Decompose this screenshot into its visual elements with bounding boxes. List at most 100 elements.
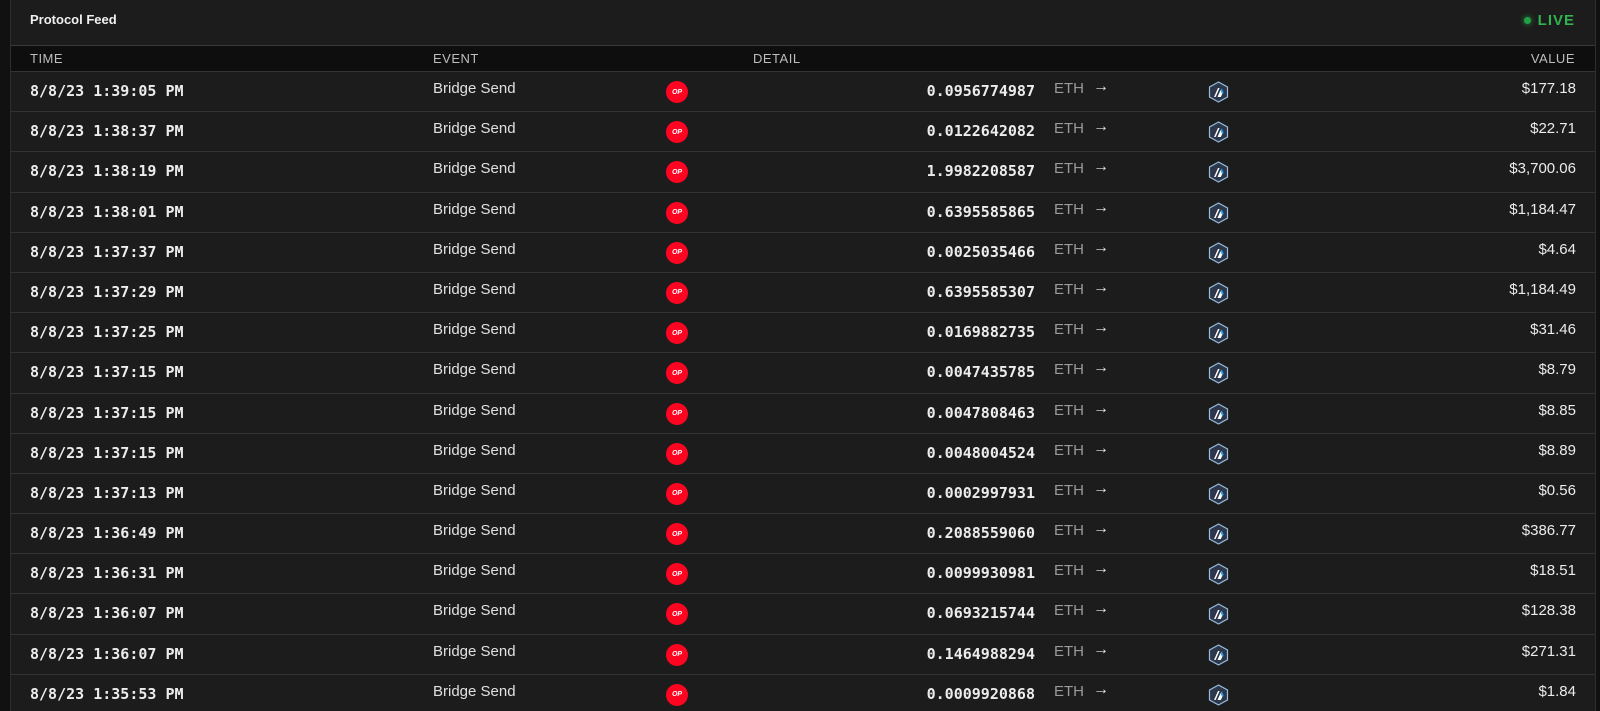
row-event: Bridge Send [433, 481, 516, 499]
arrow-right-icon: → [1093, 238, 1109, 256]
arbitrum-icon [1208, 563, 1229, 585]
arbitrum-icon [1208, 643, 1229, 666]
table-row[interactable]: 8/8/23 1:38:01 PM Bridge Send OP 0.63955… [11, 192, 1595, 233]
row-token: ETH [1054, 642, 1084, 660]
row-token: ETH [1054, 481, 1084, 499]
optimism-icon: OP [666, 81, 688, 103]
row-time: 8/8/23 1:35:53 PM [30, 684, 184, 703]
optimism-icon: OP [666, 201, 688, 224]
protocol-feed-panel: Protocol Feed LIVE TIME EVENT DETAIL VAL… [10, 0, 1596, 711]
row-value: $1.84 [1538, 682, 1576, 700]
row-token: ETH [1054, 522, 1084, 540]
row-event: Bridge Send [433, 240, 516, 258]
row-value: $271.31 [1521, 642, 1576, 660]
row-amount: 0.0025035466 [926, 242, 1035, 261]
row-time: 8/8/23 1:37:15 PM [30, 443, 184, 462]
row-event: Bridge Send [433, 200, 516, 218]
row-amount: 0.0099930981 [926, 564, 1035, 583]
row-token: ETH [1054, 80, 1084, 97]
row-amount: 0.0122642082 [926, 122, 1035, 141]
row-token: ETH [1054, 160, 1084, 178]
row-time: 8/8/23 1:38:19 PM [30, 162, 184, 181]
row-token: ETH [1054, 682, 1084, 700]
row-event: Bridge Send [433, 522, 516, 540]
optimism-icon: OP [666, 241, 688, 264]
arbitrum-icon [1208, 161, 1229, 184]
row-time: 8/8/23 1:36:31 PM [30, 564, 184, 583]
arbitrum-icon [1208, 483, 1229, 505]
column-header-event[interactable]: EVENT [433, 51, 479, 66]
row-event: Bridge Send [433, 120, 516, 138]
table-row[interactable]: 8/8/23 1:35:53 PM Bridge Send OP 0.00099… [11, 674, 1595, 711]
row-event: Bridge Send [433, 80, 516, 97]
row-token: ETH [1054, 562, 1084, 580]
row-amount: 0.6395585865 [926, 202, 1035, 221]
table-row[interactable]: 8/8/23 1:36:07 PM Bridge Send OP 0.14649… [11, 634, 1595, 675]
row-amount: 1.9982208587 [926, 162, 1035, 181]
optimism-icon: OP [666, 563, 688, 586]
optimism-icon: OP [666, 402, 688, 425]
row-amount: 0.0956774987 [926, 82, 1035, 100]
column-header-detail[interactable]: DETAIL [753, 51, 801, 66]
row-amount: 0.0048004524 [926, 443, 1035, 462]
arbitrum-icon [1208, 684, 1229, 706]
live-indicator: LIVE [1523, 12, 1575, 29]
table-header: TIME EVENT DETAIL VALUE [11, 46, 1595, 72]
row-token: ETH [1054, 240, 1084, 258]
optimism-icon: OP [666, 523, 688, 546]
row-token: ETH [1054, 441, 1084, 459]
arrow-right-icon: → [1093, 399, 1109, 417]
row-event: Bridge Send [433, 602, 516, 620]
feed-table-body: 8/8/23 1:39:05 PM Bridge Send OP 0.09567… [11, 72, 1595, 711]
arrow-right-icon: → [1093, 319, 1109, 337]
row-time: 8/8/23 1:38:01 PM [30, 202, 184, 221]
table-row[interactable]: 8/8/23 1:39:05 PM Bridge Send OP 0.09567… [11, 72, 1595, 113]
row-amount: 0.0047435785 [926, 363, 1035, 382]
row-value: $8.85 [1538, 401, 1576, 419]
optimism-icon: OP [666, 643, 688, 666]
table-row[interactable]: 8/8/23 1:37:15 PM Bridge Send OP 0.00474… [11, 353, 1595, 394]
row-time: 8/8/23 1:36:49 PM [30, 524, 184, 543]
row-event: Bridge Send [433, 321, 516, 339]
row-token: ETH [1054, 321, 1084, 339]
arrow-right-icon: → [1093, 640, 1109, 658]
row-time: 8/8/23 1:36:07 PM [30, 604, 184, 623]
table-row[interactable]: 8/8/23 1:38:19 PM Bridge Send OP 1.99822… [11, 152, 1595, 193]
optimism-icon: OP [666, 322, 688, 345]
optimism-icon: OP [666, 161, 688, 184]
row-event: Bridge Send [433, 280, 516, 298]
row-value: $177.18 [1521, 80, 1576, 97]
table-row[interactable]: 8/8/23 1:36:31 PM Bridge Send OP 0.00999… [11, 554, 1595, 595]
arrow-right-icon: → [1093, 359, 1109, 377]
arbitrum-icon [1208, 282, 1229, 304]
table-row[interactable]: 8/8/23 1:37:15 PM Bridge Send OP 0.00480… [11, 433, 1595, 474]
optimism-icon: OP [666, 683, 688, 706]
arrow-right-icon: → [1093, 560, 1109, 578]
row-token: ETH [1054, 361, 1084, 379]
column-header-time[interactable]: TIME [30, 51, 63, 66]
table-row[interactable]: 8/8/23 1:37:29 PM Bridge Send OP 0.63955… [11, 272, 1595, 314]
arbitrum-icon [1208, 603, 1229, 626]
arbitrum-icon [1208, 201, 1229, 224]
arbitrum-icon [1208, 443, 1229, 465]
arrow-right-icon: → [1093, 118, 1109, 136]
row-time: 8/8/23 1:37:29 PM [30, 282, 184, 301]
table-row[interactable]: 8/8/23 1:37:25 PM Bridge Send OP 0.01698… [11, 313, 1595, 354]
row-event: Bridge Send [433, 682, 516, 700]
row-value: $0.56 [1538, 481, 1576, 499]
table-row[interactable]: 8/8/23 1:36:49 PM Bridge Send OP 0.20885… [11, 514, 1595, 555]
arbitrum-icon [1208, 81, 1229, 103]
table-row[interactable]: 8/8/23 1:37:37 PM Bridge Send OP 0.00250… [11, 232, 1595, 273]
table-row[interactable]: 8/8/23 1:36:07 PM Bridge Send OP 0.06932… [11, 594, 1595, 635]
table-row[interactable]: 8/8/23 1:38:37 PM Bridge Send OP 0.01226… [11, 112, 1595, 153]
column-header-value[interactable]: VALUE [1531, 51, 1575, 66]
optimism-icon: OP [666, 362, 688, 385]
row-time: 8/8/23 1:37:25 PM [30, 323, 184, 342]
row-token: ETH [1054, 602, 1084, 620]
row-time: 8/8/23 1:38:37 PM [30, 122, 184, 141]
row-value: $18.51 [1530, 562, 1576, 580]
row-value: $8.89 [1538, 441, 1576, 459]
table-row[interactable]: 8/8/23 1:37:13 PM Bridge Send OP 0.00029… [11, 473, 1595, 515]
table-row[interactable]: 8/8/23 1:37:15 PM Bridge Send OP 0.00478… [11, 393, 1595, 434]
arrow-right-icon: → [1093, 479, 1109, 497]
